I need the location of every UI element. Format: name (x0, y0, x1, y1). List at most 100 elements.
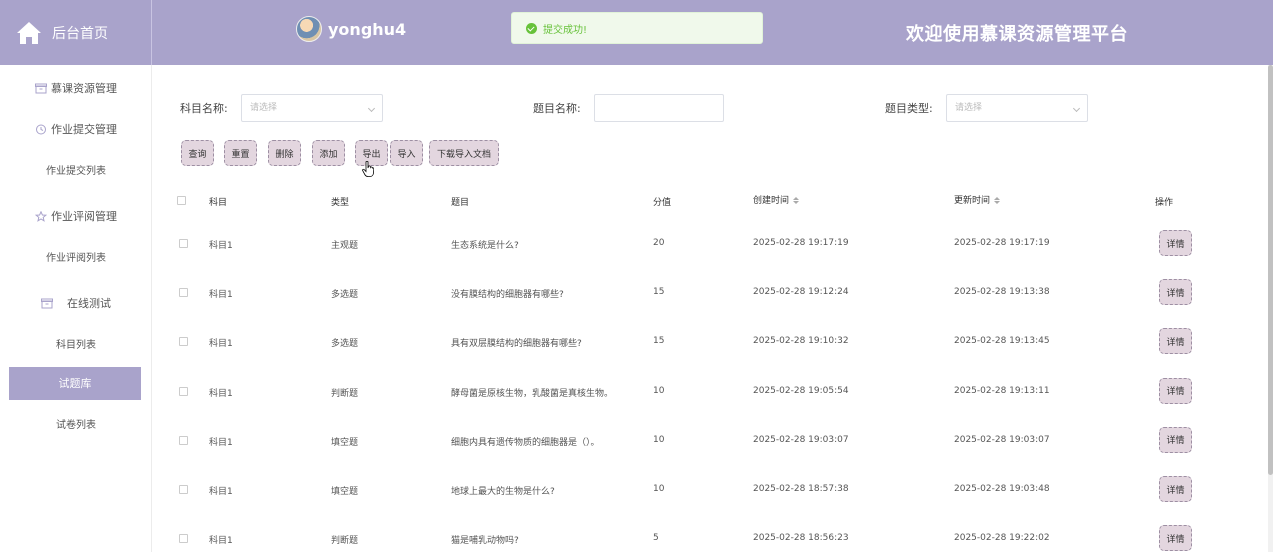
column-header-type: 类型 (331, 198, 350, 208)
type-select[interactable]: 请选择 (946, 94, 1088, 122)
column-header-updated-label: 更新时间 (954, 196, 991, 206)
cell-type: 主观题 (331, 241, 359, 251)
detail-button[interactable]: 详情 (1159, 279, 1192, 306)
sidebar-group-homework-submit[interactable]: 作业提交管理 (0, 121, 152, 137)
download-template-button[interactable]: 下载导入文档 (429, 140, 499, 166)
cell-updated: 2025-02-28 19:13:11 (954, 385, 1050, 396)
row-checkbox[interactable] (179, 534, 188, 544)
box-icon (41, 298, 53, 308)
select-all-checkbox[interactable] (177, 196, 186, 205)
cell-created: 2025-02-28 19:12:24 (753, 287, 849, 298)
cell-question: 生态系统是什么? (451, 241, 519, 251)
sidebar-item-subject-list[interactable]: 科目列表 (0, 336, 152, 351)
user-info[interactable]: yonghu4 (296, 16, 406, 42)
cell-question: 猫是哺乳动物吗? (451, 536, 519, 547)
column-header-created[interactable]: 创建时间 (753, 193, 800, 206)
type-filter-label: 题目类型: (885, 102, 933, 115)
cell-type: 多选题 (331, 290, 359, 301)
cell-created: 2025-02-28 19:10:32 (753, 336, 849, 347)
row-checkbox[interactable] (179, 386, 188, 396)
sidebar-group-label: 在线测试 (67, 297, 111, 310)
sidebar-item-question-bank[interactable]: 试题库 (9, 367, 141, 400)
sidebar: 慕课资源管理 作业提交管理 作业提交列表 作业评阅管理 作业评阅列表 在线测试 … (0, 65, 152, 552)
detail-button[interactable]: 详情 (1159, 426, 1192, 453)
cell-subject: 科目1 (209, 290, 233, 301)
cell-subject: 科目1 (209, 388, 233, 399)
sidebar-group-label: 慕课资源管理 (51, 82, 117, 95)
chevron-down-icon (367, 104, 376, 113)
cell-created: 2025-02-28 19:05:54 (753, 385, 849, 396)
cell-score: 10 (653, 385, 665, 396)
reset-button[interactable]: 重置 (224, 140, 257, 166)
column-header-updated[interactable]: 更新时间 (954, 193, 1001, 206)
title-filter-label: 题目名称: (533, 102, 581, 115)
cell-score: 10 (653, 484, 665, 494)
cell-subject: 科目1 (209, 437, 233, 448)
column-header-actions: 操作 (1155, 198, 1174, 208)
add-button[interactable]: 添加 (312, 140, 345, 166)
scrollbar-thumb[interactable] (1268, 65, 1273, 475)
cell-score: 20 (653, 238, 665, 248)
row-checkbox[interactable] (179, 337, 188, 347)
detail-button[interactable]: 详情 (1159, 476, 1192, 502)
home-link[interactable]: 后台首页 (0, 0, 152, 65)
clock-icon (36, 124, 46, 134)
cell-updated: 2025-02-28 19:13:38 (954, 287, 1050, 298)
column-header-created-label: 创建时间 (753, 196, 790, 206)
cell-created: 2025-02-28 19:17:19 (753, 238, 849, 248)
detail-button[interactable]: 详情 (1159, 328, 1192, 355)
cell-question: 没有膜结构的细胞器有哪些? (451, 290, 564, 301)
cell-question: 酵母菌是原核生物，乳酸菌是真核生物。 (451, 388, 614, 399)
sort-icon[interactable] (994, 197, 1001, 204)
top-header: 后台首页 yonghu4 提交成功! 欢迎使用慕课资源管理平台 (0, 0, 1273, 65)
sidebar-item-paper-list[interactable]: 试卷列表 (0, 416, 152, 431)
box-icon (35, 83, 47, 93)
cell-updated: 2025-02-28 19:03:07 (954, 434, 1050, 445)
detail-button[interactable]: 详情 (1159, 525, 1192, 552)
cell-score: 10 (653, 434, 665, 445)
type-select-placeholder: 请选择 (955, 103, 983, 113)
vertical-scrollbar[interactable] (1268, 65, 1273, 552)
detail-button[interactable]: 详情 (1159, 230, 1192, 256)
cell-question: 地球上最大的生物是什么? (451, 487, 555, 497)
row-checkbox[interactable] (179, 485, 188, 494)
sidebar-group-homework-review[interactable]: 作业评阅管理 (0, 208, 152, 224)
sidebar-item-homework-review-list[interactable]: 作业评阅列表 (0, 249, 152, 264)
star-icon (35, 210, 47, 222)
success-check-icon (526, 22, 537, 34)
cell-type: 填空题 (331, 437, 359, 448)
column-header-question: 题目 (451, 198, 470, 208)
main-content: 科目名称: 请选择 题目名称: 题目类型: 请选择 查询 重置 删除 添加 导出… (152, 65, 1268, 552)
title-input[interactable] (594, 94, 724, 122)
username: yonghu4 (328, 19, 407, 39)
column-header-score: 分值 (653, 198, 672, 208)
query-button[interactable]: 查询 (181, 140, 214, 166)
column-header-subject: 科目 (209, 198, 228, 208)
cell-score: 15 (653, 336, 665, 347)
cell-type: 多选题 (331, 339, 359, 350)
row-checkbox[interactable] (179, 435, 188, 445)
cell-subject: 科目1 (209, 241, 233, 251)
sidebar-group-mooc-resources[interactable]: 慕课资源管理 (0, 80, 152, 96)
cell-updated: 2025-02-28 19:17:19 (954, 238, 1050, 248)
row-checkbox[interactable] (179, 288, 188, 298)
detail-button[interactable]: 详情 (1159, 377, 1192, 404)
cell-type: 判断题 (331, 536, 359, 547)
sidebar-group-online-test[interactable]: 在线测试 (0, 295, 152, 311)
sidebar-item-homework-submit-list[interactable]: 作业提交列表 (0, 162, 152, 177)
cell-updated: 2025-02-28 19:22:02 (954, 533, 1050, 544)
chevron-down-icon (1072, 104, 1081, 113)
success-toast: 提交成功! (511, 12, 763, 44)
sidebar-group-label: 作业提交管理 (51, 123, 117, 136)
import-button[interactable]: 导入 (390, 140, 423, 166)
home-icon (17, 21, 41, 44)
delete-button[interactable]: 删除 (268, 140, 301, 166)
cell-updated: 2025-02-28 19:03:48 (954, 484, 1050, 494)
subject-select[interactable]: 请选择 (241, 94, 383, 122)
cell-question: 具有双层膜结构的细胞器有哪些? (451, 339, 582, 350)
sort-icon[interactable] (793, 197, 800, 204)
cell-score: 15 (653, 287, 665, 298)
row-checkbox[interactable] (179, 239, 188, 248)
cell-subject: 科目1 (209, 339, 233, 350)
pointer-hand-icon (362, 161, 374, 177)
